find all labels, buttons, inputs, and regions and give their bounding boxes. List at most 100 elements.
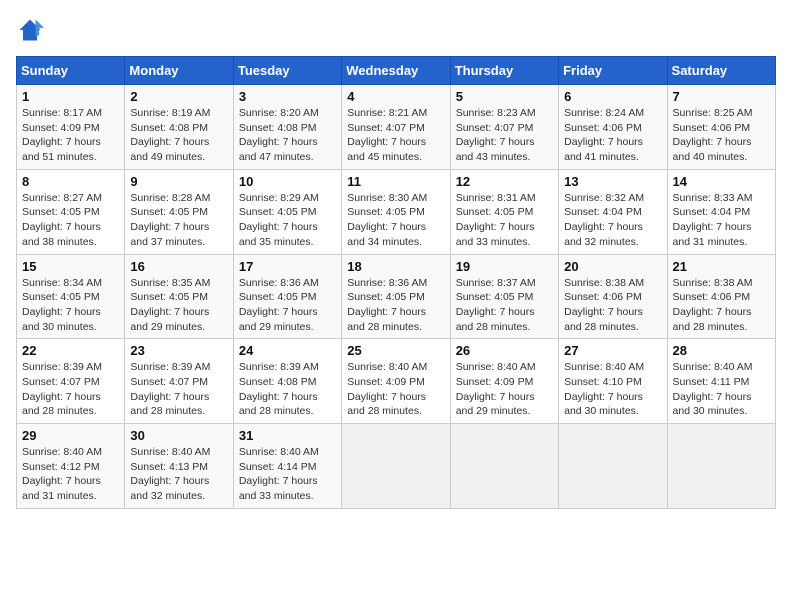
day-info: Sunrise: 8:39 AM Sunset: 4:07 PM Dayligh… <box>130 360 227 419</box>
calendar-cell <box>342 424 450 509</box>
day-info: Sunrise: 8:33 AM Sunset: 4:04 PM Dayligh… <box>673 191 770 250</box>
calendar-cell: 16 Sunrise: 8:35 AM Sunset: 4:05 PM Dayl… <box>125 254 233 339</box>
day-number: 31 <box>239 428 336 443</box>
day-info: Sunrise: 8:30 AM Sunset: 4:05 PM Dayligh… <box>347 191 444 250</box>
calendar-cell: 4 Sunrise: 8:21 AM Sunset: 4:07 PM Dayli… <box>342 85 450 170</box>
calendar-cell: 10 Sunrise: 8:29 AM Sunset: 4:05 PM Dayl… <box>233 169 341 254</box>
calendar-cell: 13 Sunrise: 8:32 AM Sunset: 4:04 PM Dayl… <box>559 169 667 254</box>
day-number: 12 <box>456 174 553 189</box>
day-number: 25 <box>347 343 444 358</box>
day-number: 14 <box>673 174 770 189</box>
day-number: 21 <box>673 259 770 274</box>
day-info: Sunrise: 8:23 AM Sunset: 4:07 PM Dayligh… <box>456 106 553 165</box>
calendar-week-4: 22 Sunrise: 8:39 AM Sunset: 4:07 PM Dayl… <box>17 339 776 424</box>
day-info: Sunrise: 8:40 AM Sunset: 4:12 PM Dayligh… <box>22 445 119 504</box>
calendar-week-2: 8 Sunrise: 8:27 AM Sunset: 4:05 PM Dayli… <box>17 169 776 254</box>
day-of-week-sunday: Sunday <box>17 57 125 85</box>
day-info: Sunrise: 8:36 AM Sunset: 4:05 PM Dayligh… <box>347 276 444 335</box>
day-number: 3 <box>239 89 336 104</box>
day-info: Sunrise: 8:39 AM Sunset: 4:08 PM Dayligh… <box>239 360 336 419</box>
day-number: 16 <box>130 259 227 274</box>
day-info: Sunrise: 8:40 AM Sunset: 4:14 PM Dayligh… <box>239 445 336 504</box>
day-number: 10 <box>239 174 336 189</box>
day-info: Sunrise: 8:40 AM Sunset: 4:11 PM Dayligh… <box>673 360 770 419</box>
day-of-week-tuesday: Tuesday <box>233 57 341 85</box>
day-info: Sunrise: 8:36 AM Sunset: 4:05 PM Dayligh… <box>239 276 336 335</box>
day-info: Sunrise: 8:29 AM Sunset: 4:05 PM Dayligh… <box>239 191 336 250</box>
day-number: 28 <box>673 343 770 358</box>
calendar-cell <box>559 424 667 509</box>
calendar-cell: 27 Sunrise: 8:40 AM Sunset: 4:10 PM Dayl… <box>559 339 667 424</box>
calendar-cell: 19 Sunrise: 8:37 AM Sunset: 4:05 PM Dayl… <box>450 254 558 339</box>
day-of-week-wednesday: Wednesday <box>342 57 450 85</box>
day-of-week-friday: Friday <box>559 57 667 85</box>
calendar-cell: 3 Sunrise: 8:20 AM Sunset: 4:08 PM Dayli… <box>233 85 341 170</box>
calendar-cell: 7 Sunrise: 8:25 AM Sunset: 4:06 PM Dayli… <box>667 85 775 170</box>
day-info: Sunrise: 8:39 AM Sunset: 4:07 PM Dayligh… <box>22 360 119 419</box>
day-number: 27 <box>564 343 661 358</box>
calendar-cell: 2 Sunrise: 8:19 AM Sunset: 4:08 PM Dayli… <box>125 85 233 170</box>
calendar-cell: 21 Sunrise: 8:38 AM Sunset: 4:06 PM Dayl… <box>667 254 775 339</box>
day-number: 18 <box>347 259 444 274</box>
calendar-cell: 6 Sunrise: 8:24 AM Sunset: 4:06 PM Dayli… <box>559 85 667 170</box>
day-info: Sunrise: 8:37 AM Sunset: 4:05 PM Dayligh… <box>456 276 553 335</box>
calendar-cell: 28 Sunrise: 8:40 AM Sunset: 4:11 PM Dayl… <box>667 339 775 424</box>
day-info: Sunrise: 8:24 AM Sunset: 4:06 PM Dayligh… <box>564 106 661 165</box>
day-number: 1 <box>22 89 119 104</box>
day-info: Sunrise: 8:35 AM Sunset: 4:05 PM Dayligh… <box>130 276 227 335</box>
day-info: Sunrise: 8:20 AM Sunset: 4:08 PM Dayligh… <box>239 106 336 165</box>
day-of-week-saturday: Saturday <box>667 57 775 85</box>
day-info: Sunrise: 8:21 AM Sunset: 4:07 PM Dayligh… <box>347 106 444 165</box>
day-info: Sunrise: 8:32 AM Sunset: 4:04 PM Dayligh… <box>564 191 661 250</box>
day-number: 20 <box>564 259 661 274</box>
day-info: Sunrise: 8:38 AM Sunset: 4:06 PM Dayligh… <box>673 276 770 335</box>
calendar-cell: 23 Sunrise: 8:39 AM Sunset: 4:07 PM Dayl… <box>125 339 233 424</box>
calendar-cell: 20 Sunrise: 8:38 AM Sunset: 4:06 PM Dayl… <box>559 254 667 339</box>
day-number: 22 <box>22 343 119 358</box>
page-header <box>16 16 776 44</box>
day-number: 13 <box>564 174 661 189</box>
calendar-week-1: 1 Sunrise: 8:17 AM Sunset: 4:09 PM Dayli… <box>17 85 776 170</box>
calendar-cell: 15 Sunrise: 8:34 AM Sunset: 4:05 PM Dayl… <box>17 254 125 339</box>
day-number: 26 <box>456 343 553 358</box>
day-number: 24 <box>239 343 336 358</box>
day-number: 9 <box>130 174 227 189</box>
calendar-cell: 24 Sunrise: 8:39 AM Sunset: 4:08 PM Dayl… <box>233 339 341 424</box>
calendar-cell: 25 Sunrise: 8:40 AM Sunset: 4:09 PM Dayl… <box>342 339 450 424</box>
day-number: 7 <box>673 89 770 104</box>
day-of-week-thursday: Thursday <box>450 57 558 85</box>
calendar-cell <box>450 424 558 509</box>
day-number: 30 <box>130 428 227 443</box>
calendar-cell: 31 Sunrise: 8:40 AM Sunset: 4:14 PM Dayl… <box>233 424 341 509</box>
day-number: 19 <box>456 259 553 274</box>
day-info: Sunrise: 8:38 AM Sunset: 4:06 PM Dayligh… <box>564 276 661 335</box>
day-info: Sunrise: 8:40 AM Sunset: 4:09 PM Dayligh… <box>347 360 444 419</box>
day-info: Sunrise: 8:17 AM Sunset: 4:09 PM Dayligh… <box>22 106 119 165</box>
calendar-cell: 1 Sunrise: 8:17 AM Sunset: 4:09 PM Dayli… <box>17 85 125 170</box>
day-info: Sunrise: 8:34 AM Sunset: 4:05 PM Dayligh… <box>22 276 119 335</box>
calendar-week-5: 29 Sunrise: 8:40 AM Sunset: 4:12 PM Dayl… <box>17 424 776 509</box>
day-info: Sunrise: 8:28 AM Sunset: 4:05 PM Dayligh… <box>130 191 227 250</box>
calendar-cell <box>667 424 775 509</box>
day-number: 23 <box>130 343 227 358</box>
calendar-cell: 18 Sunrise: 8:36 AM Sunset: 4:05 PM Dayl… <box>342 254 450 339</box>
calendar-cell: 30 Sunrise: 8:40 AM Sunset: 4:13 PM Dayl… <box>125 424 233 509</box>
calendar-cell: 11 Sunrise: 8:30 AM Sunset: 4:05 PM Dayl… <box>342 169 450 254</box>
calendar-cell: 22 Sunrise: 8:39 AM Sunset: 4:07 PM Dayl… <box>17 339 125 424</box>
day-number: 11 <box>347 174 444 189</box>
calendar-cell: 9 Sunrise: 8:28 AM Sunset: 4:05 PM Dayli… <box>125 169 233 254</box>
day-info: Sunrise: 8:40 AM Sunset: 4:13 PM Dayligh… <box>130 445 227 504</box>
day-number: 8 <box>22 174 119 189</box>
day-info: Sunrise: 8:40 AM Sunset: 4:09 PM Dayligh… <box>456 360 553 419</box>
calendar-table: SundayMondayTuesdayWednesdayThursdayFrid… <box>16 56 776 509</box>
calendar-week-3: 15 Sunrise: 8:34 AM Sunset: 4:05 PM Dayl… <box>17 254 776 339</box>
day-number: 5 <box>456 89 553 104</box>
day-number: 29 <box>22 428 119 443</box>
day-info: Sunrise: 8:31 AM Sunset: 4:05 PM Dayligh… <box>456 191 553 250</box>
calendar-cell: 26 Sunrise: 8:40 AM Sunset: 4:09 PM Dayl… <box>450 339 558 424</box>
day-info: Sunrise: 8:40 AM Sunset: 4:10 PM Dayligh… <box>564 360 661 419</box>
day-number: 4 <box>347 89 444 104</box>
calendar-cell: 8 Sunrise: 8:27 AM Sunset: 4:05 PM Dayli… <box>17 169 125 254</box>
calendar-cell: 14 Sunrise: 8:33 AM Sunset: 4:04 PM Dayl… <box>667 169 775 254</box>
day-info: Sunrise: 8:25 AM Sunset: 4:06 PM Dayligh… <box>673 106 770 165</box>
